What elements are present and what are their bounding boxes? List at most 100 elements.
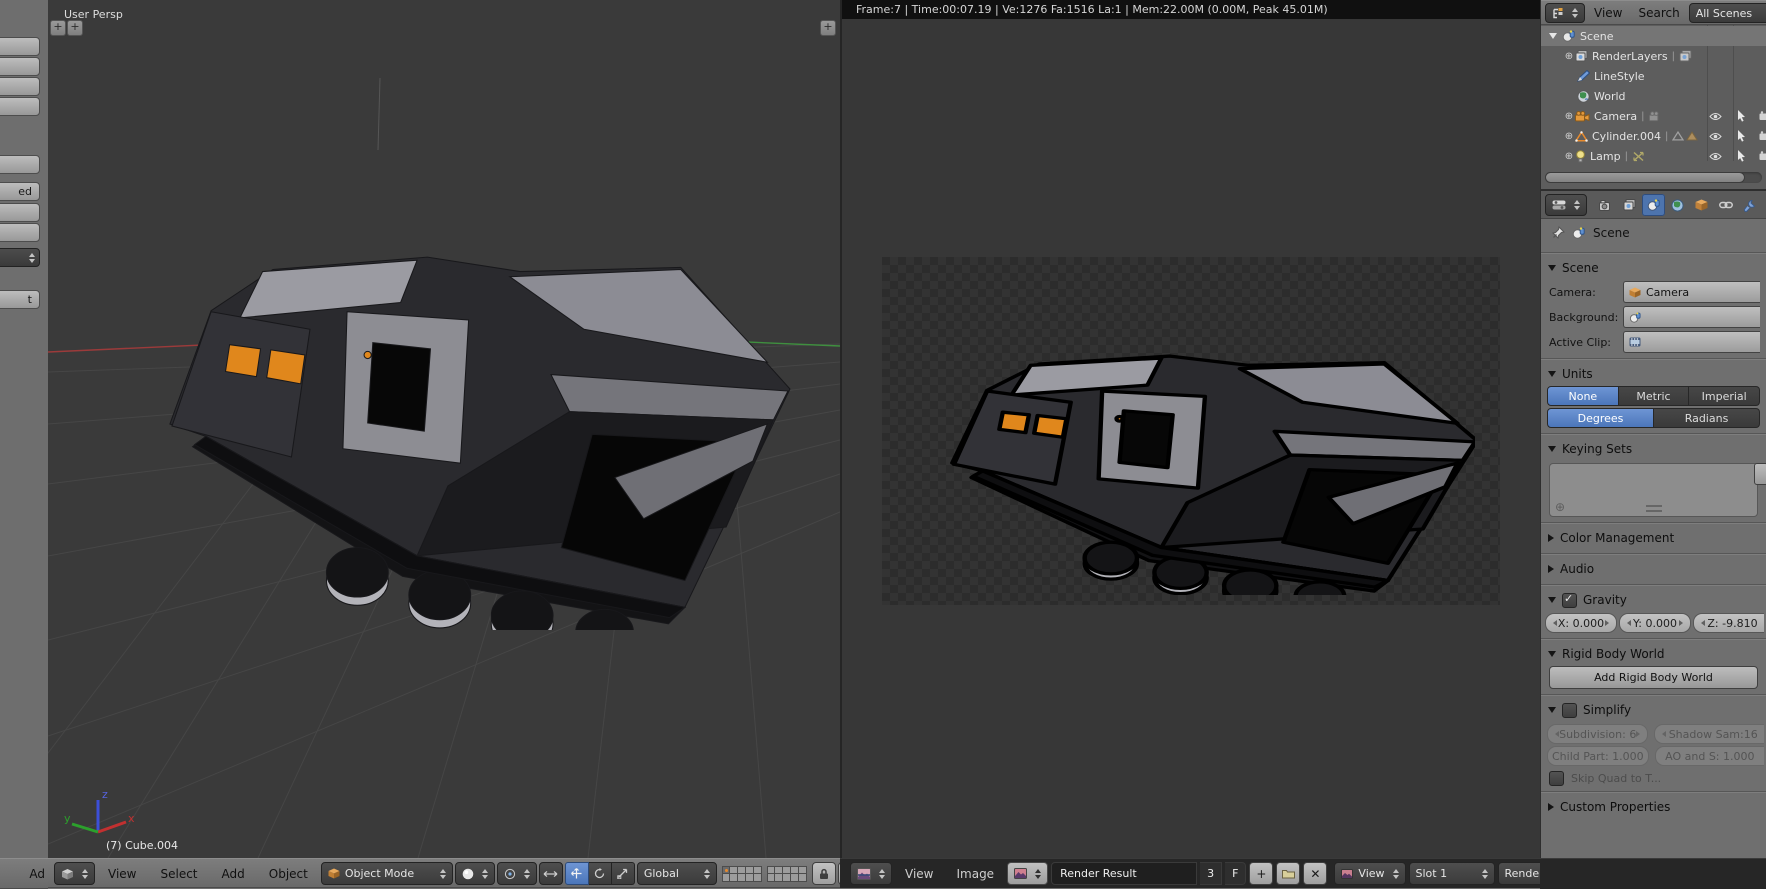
panel-header-rigid-body[interactable]: Rigid Body World — [1541, 644, 1766, 664]
panel-header-audio[interactable]: Audio — [1541, 559, 1766, 579]
list-grip-icon[interactable] — [1646, 505, 1662, 512]
tab-object-data[interactable] — [1762, 194, 1766, 216]
expand-icon[interactable]: ⊕ — [1563, 151, 1575, 162]
editor-type-button[interactable] — [1545, 194, 1587, 216]
hide-toggle[interactable] — [1703, 126, 1727, 146]
render-toggle[interactable] — [1753, 106, 1766, 126]
gravity-x-field[interactable]: X: 0.000 — [1545, 613, 1617, 633]
hide-toggle[interactable] — [1703, 106, 1727, 126]
display-mode-dropdown[interactable]: View — [1334, 862, 1405, 885]
selectable-toggle[interactable] — [1729, 126, 1753, 146]
tab-world[interactable] — [1666, 194, 1689, 216]
active-clip-field[interactable] — [1623, 331, 1760, 353]
menu-image[interactable]: Image — [946, 867, 1004, 881]
disclosure-triangle[interactable] — [1549, 33, 1557, 39]
tab-scene[interactable] — [1642, 194, 1665, 216]
image-users-button[interactable]: 3 — [1200, 862, 1222, 885]
expand-properties-plus-icon[interactable]: + — [820, 20, 836, 36]
panel-header-color-management[interactable]: Color Management — [1541, 528, 1766, 548]
panel-header-scene[interactable]: Scene — [1541, 258, 1766, 278]
partial-button[interactable] — [0, 223, 40, 242]
render-toggle[interactable] — [1753, 146, 1766, 166]
partial-button[interactable] — [0, 155, 40, 174]
add-rigid-body-world-button[interactable]: Add Rigid Body World — [1549, 666, 1758, 689]
background-set-field[interactable] — [1623, 306, 1760, 328]
outliner-item-linestyle[interactable]: LineStyle — [1541, 66, 1766, 86]
outliner-item-world[interactable]: World — [1541, 86, 1766, 106]
outliner-item-renderlayers[interactable]: ⊕ RenderLayers | — [1541, 46, 1766, 66]
lamp-data-icon[interactable] — [1632, 151, 1645, 162]
menu-view[interactable]: View — [895, 867, 943, 881]
gravity-z-field[interactable]: Z: -9.810 — [1693, 613, 1764, 633]
unlink-image-button[interactable]: ✕ — [1303, 862, 1327, 885]
hide-toggle[interactable] — [1703, 146, 1727, 166]
gravity-checkbox[interactable] — [1562, 593, 1577, 608]
open-image-button[interactable] — [1276, 862, 1300, 885]
partial-button[interactable] — [0, 37, 40, 56]
layers-widget[interactable] — [722, 866, 807, 882]
scale-manipulator-button[interactable] — [612, 862, 635, 885]
expand-icon[interactable]: ⊕ — [1563, 131, 1575, 142]
tab-render-layers[interactable] — [1618, 194, 1641, 216]
units-radians-button[interactable]: Radians — [1654, 408, 1760, 428]
menu-add[interactable]: Add — [211, 867, 256, 881]
viewport-3d[interactable]: User Persp + + + z x y (7) Cube.004 — [48, 0, 840, 858]
panel-header-keying-sets[interactable]: Keying Sets — [1541, 439, 1766, 459]
vehicle-model[interactable] — [103, 115, 793, 630]
selectable-toggle[interactable] — [1729, 106, 1753, 126]
image-editor[interactable]: Frame:7 | Time:00:07.19 | Ve:1276 Fa:151… — [840, 0, 1540, 858]
units-imperial-button[interactable]: Imperial — [1689, 386, 1760, 406]
simplify-checkbox[interactable] — [1562, 703, 1577, 718]
tab-object[interactable] — [1690, 194, 1713, 216]
scrollbar-thumb[interactable] — [1545, 172, 1745, 183]
simplify-child-particles-field[interactable]: Child Part: 1.000 — [1547, 746, 1649, 766]
partial-button[interactable] — [0, 57, 40, 76]
menu-object[interactable]: Object — [258, 867, 319, 881]
renderlayer-data-icon[interactable] — [1679, 50, 1692, 62]
menu-search[interactable]: Search — [1631, 6, 1686, 20]
pivot-dropdown[interactable] — [497, 862, 537, 885]
partial-button-ed[interactable]: ed — [0, 182, 40, 201]
panel-header-simplify[interactable]: Simplify — [1541, 700, 1766, 720]
editor-type-button[interactable] — [54, 862, 95, 885]
expand-region-plus-icon[interactable]: + — [50, 20, 66, 36]
camera-datablock-field[interactable]: Camera — [1623, 281, 1760, 303]
tab-render[interactable] — [1594, 194, 1617, 216]
menu-view[interactable]: View — [1587, 6, 1629, 20]
units-degrees-button[interactable]: Degrees — [1547, 408, 1654, 428]
translate-manipulator-button[interactable] — [565, 862, 589, 885]
fake-user-button[interactable]: F — [1225, 862, 1246, 885]
rotate-manipulator-button[interactable] — [589, 862, 612, 885]
expand-region-plus-icon[interactable]: + — [67, 20, 83, 36]
menu-view[interactable]: View — [97, 867, 147, 881]
partial-button[interactable] — [0, 97, 40, 116]
pin-icon[interactable] — [1551, 226, 1565, 240]
selectable-toggle[interactable] — [1729, 146, 1753, 166]
mode-dropdown[interactable]: Object Mode — [321, 862, 453, 885]
panel-header-custom-properties[interactable]: Custom Properties — [1541, 797, 1766, 817]
partial-button[interactable] — [0, 203, 40, 222]
outliner-item-cylinder[interactable]: ⊕ Cylinder.004 | — [1541, 126, 1766, 146]
outliner-item-lamp[interactable]: ⊕ Lamp | — [1541, 146, 1766, 166]
image-datablock-browse[interactable] — [1007, 862, 1048, 885]
partial-button[interactable] — [0, 77, 40, 96]
editor-type-button[interactable] — [850, 862, 892, 885]
units-none-button[interactable]: None — [1547, 386, 1619, 406]
simplify-ao-sss-field[interactable]: AO and S: 1.000 — [1655, 746, 1764, 766]
manipulator-toggle-button[interactable] — [539, 862, 563, 885]
simplify-subdivision-field[interactable]: Subdivision: 6 — [1547, 724, 1648, 744]
outliner-scrollbar[interactable] — [1545, 172, 1762, 183]
panel-header-gravity[interactable]: Gravity — [1541, 590, 1766, 610]
mesh-data-icon[interactable] — [1672, 131, 1684, 141]
expand-icon[interactable]: ⊕ — [1563, 51, 1575, 62]
expand-icon[interactable]: ⊕ — [1563, 111, 1575, 122]
new-image-button[interactable]: + — [1249, 862, 1273, 885]
skip-quad-checkbox[interactable] — [1549, 771, 1564, 786]
editor-type-button[interactable] — [1545, 3, 1585, 23]
material-data-icon[interactable] — [1686, 131, 1698, 141]
orientation-dropdown[interactable]: Global — [637, 862, 717, 885]
render-toggle[interactable] — [1753, 126, 1766, 146]
image-name-field[interactable]: Render Result — [1051, 862, 1197, 885]
gravity-y-field[interactable]: Y: 0.000 — [1619, 613, 1691, 633]
partial-button-t[interactable]: t — [0, 290, 40, 309]
